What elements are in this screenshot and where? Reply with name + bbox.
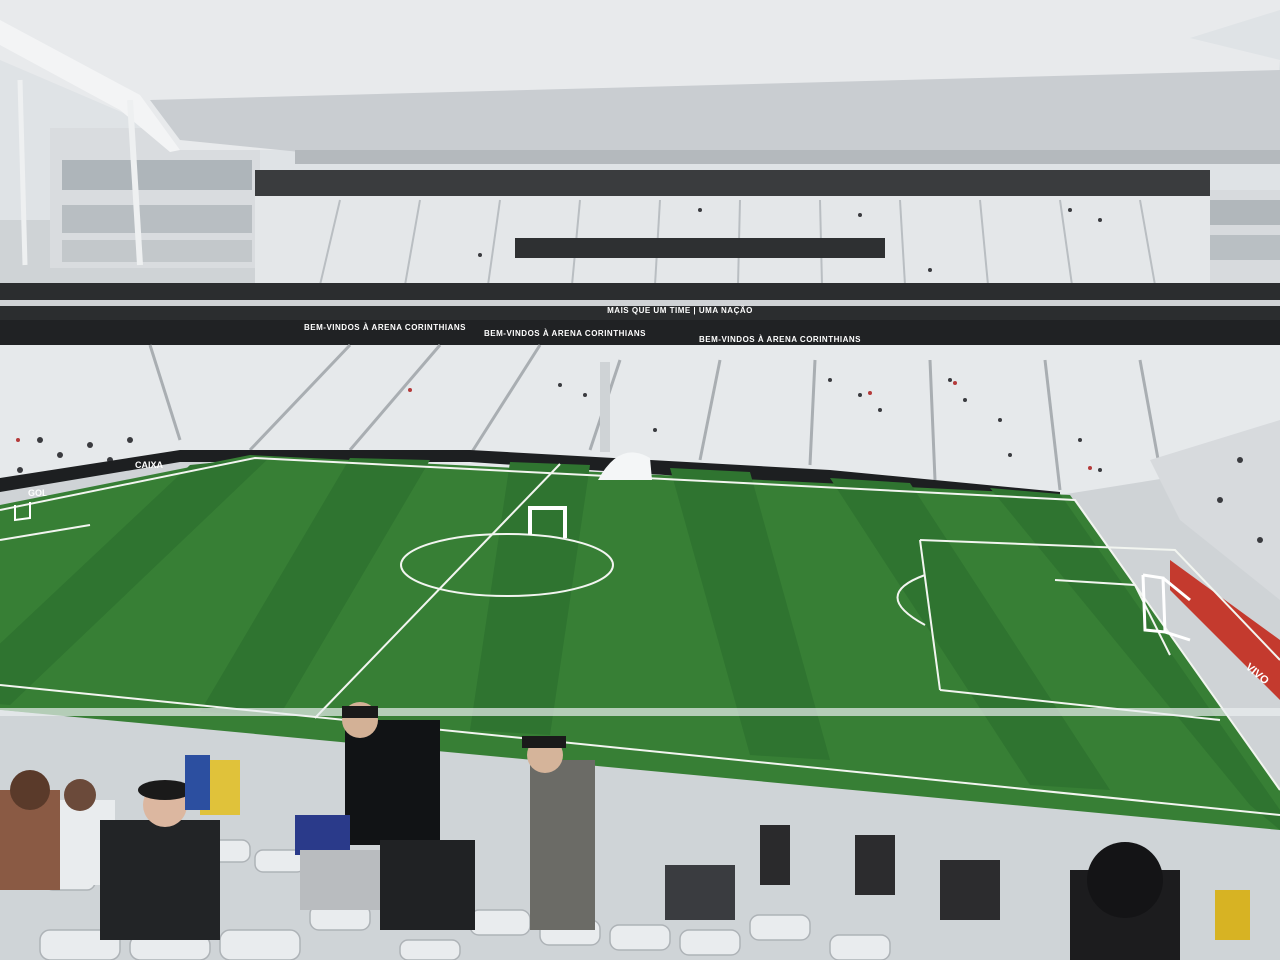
welcome-banner-center: BEM-VINDOS À ARENA CORINTHIANS bbox=[484, 329, 646, 338]
welcome-banner-left: BEM-VINDOS À ARENA CORINTHIANS bbox=[304, 323, 466, 332]
welcome-banner-right: BEM-VINDOS À ARENA CORINTHIANS bbox=[699, 335, 861, 344]
ad-board-caixa: CAIXA bbox=[135, 460, 164, 470]
stadium-scene: MAIS QUE UM TIME | UMA NAÇÃO BEM-VINDOS … bbox=[0, 0, 1280, 960]
motto-banner-text: MAIS QUE UM TIME | UMA NAÇÃO bbox=[607, 306, 753, 315]
upper-stand bbox=[255, 170, 1210, 290]
